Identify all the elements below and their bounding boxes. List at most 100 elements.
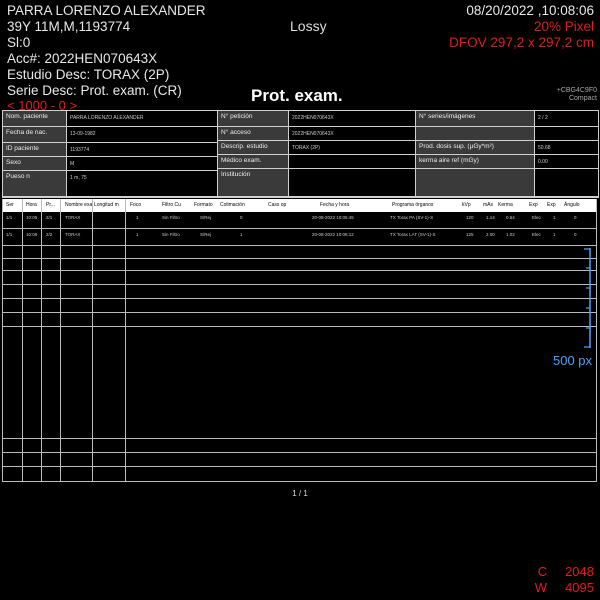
grid-hline	[2, 258, 597, 259]
cell-exp1: Elec	[532, 232, 541, 237]
cell-colimacion: 1	[240, 232, 243, 237]
cell-exp2: 1	[553, 215, 556, 220]
cell-nombre: TORAX	[65, 215, 81, 220]
label-empty-2	[416, 169, 535, 197]
window-level-overlay: C 2048 W 4095	[535, 564, 594, 596]
label-acceso: N° acceso	[218, 127, 289, 141]
value-sexo: M	[67, 157, 218, 171]
col-angulo: Ángulo	[564, 202, 580, 208]
label-empty-1	[416, 127, 535, 141]
center-label: C	[537, 564, 548, 579]
cell-programa: TX Torax LAT (SV-1)-S	[390, 232, 436, 237]
cell-hora: 10:06	[26, 232, 38, 237]
grid-hline	[2, 326, 597, 327]
value-prod-dosis: 50.68	[535, 141, 598, 155]
col-kvp: kVp	[462, 202, 471, 208]
label-nombre: Nom. paciente	[3, 111, 67, 127]
col-hora: Hora	[26, 202, 37, 208]
cell-angulo: 0	[574, 215, 577, 220]
grid-hline	[2, 298, 597, 299]
grid-vline	[92, 199, 93, 482]
patient-age-sex-id: 39Y 11M,M,1193774	[7, 19, 131, 34]
patient-name: PARRA LORENZO ALEXANDER	[7, 3, 206, 18]
value-peticion: 2022HEN070643X	[289, 111, 416, 127]
value-institucion	[289, 169, 416, 197]
label-series: N° series/imágenes	[416, 111, 535, 127]
value-kerma: 0.00	[535, 155, 598, 169]
value-medico	[289, 155, 416, 169]
grid-vline	[125, 199, 126, 482]
cell-hora: 10:05	[26, 215, 38, 220]
col-nombre: Nombre exa	[65, 202, 93, 208]
cell-kvp: 125	[466, 232, 474, 237]
col-colimacion: Colimación	[220, 202, 245, 208]
cell-filtro: Sin Filtro	[162, 232, 180, 237]
value-peso: 1 m, 75	[67, 171, 218, 197]
cell-formato: S/Rej	[200, 215, 212, 220]
grid-hline	[2, 452, 597, 453]
label-peso: Pueso n	[3, 171, 67, 197]
cell-foco: 1	[136, 232, 139, 237]
scale-label: 500 px	[553, 353, 593, 368]
vendor-logo-line2: Compact	[568, 95, 597, 102]
grid-hline	[2, 284, 597, 285]
pixel-zoom: 20% Pixel	[533, 19, 594, 34]
cell-pr: 2/2	[46, 232, 53, 237]
grid-hline	[2, 270, 597, 271]
cell-pr: 2/1	[46, 215, 53, 220]
vendor-logo-line1: +CBG4C9F0	[556, 87, 597, 94]
scale-ruler-icon	[584, 248, 591, 348]
value-id: 1193774	[67, 143, 218, 157]
image-overlay-top-right: 08/20/2022 ,10:08:06 20% Pixel DFOV 297,…	[449, 3, 594, 51]
grid-vline	[60, 199, 61, 482]
label-medico: Médico exam.	[218, 155, 289, 169]
col-longitud: Longitud m	[94, 202, 119, 208]
label-fecha-nac: Fecha de nac.	[3, 127, 67, 143]
col-kerma: Kerma	[498, 202, 513, 208]
cell-kvp: 120	[466, 215, 474, 220]
patient-info-grid: Nom. paciente Fecha de nac. ID paciente …	[2, 110, 599, 198]
grid-vline	[2, 199, 3, 482]
slice-number: Sl:0	[7, 35, 31, 50]
page-indicator: 1 / 1	[292, 489, 308, 498]
label-kerma: kerma aire ref (mGy)	[416, 155, 535, 169]
value-empty-2	[535, 169, 598, 197]
col-fecha: Fecha y hora	[320, 202, 350, 208]
grid-vline	[22, 199, 23, 482]
center-value: 2048	[565, 564, 594, 579]
grid-vline	[41, 199, 42, 482]
cell-ser: 1/1	[6, 232, 13, 237]
label-institucion: Institución	[218, 169, 289, 197]
col-mas: mAs	[483, 202, 493, 208]
value-nombre: PARRA LORENZO ALEXANDER	[67, 111, 218, 127]
cell-formato: S/Rej	[200, 232, 212, 237]
cell-exp1: Elec	[532, 215, 541, 220]
value-descrip: TORAX (2P)	[289, 141, 416, 155]
cell-filtro: Sin Filtro	[162, 215, 180, 220]
label-descrip: Descrip. estudio	[218, 141, 289, 155]
grid-hline	[2, 312, 597, 313]
col-formato: Formato	[194, 202, 213, 208]
cell-colimacion: 0	[240, 215, 243, 220]
col-exp1: Exp	[529, 202, 538, 208]
label-id: ID paciente	[3, 143, 67, 157]
grid-hline	[2, 438, 597, 439]
label-peticion: N° petición	[218, 111, 289, 127]
width-value: 4095	[565, 580, 594, 595]
cell-mas: 2.00	[486, 232, 495, 237]
study-description: Estudio Desc: TORAX (2P)	[7, 67, 170, 82]
accession-number: Acc#: 2022HEN070643X	[7, 51, 158, 66]
col-programa: Programa órganos	[392, 202, 434, 208]
vendor-logo: +CBG4C9F0 Compact	[557, 87, 597, 103]
patient-overlay-top-left: PARRA LORENZO ALEXANDER 39Y 11M,M,119377…	[7, 3, 206, 99]
lossy-label: Lossy	[290, 18, 327, 34]
grid-vline	[596, 199, 597, 482]
study-datetime: 08/20/2022 ,10:08:06	[466, 3, 594, 18]
cell-nombre: TORAX	[65, 232, 81, 237]
cell-ser: 1/1	[6, 215, 13, 220]
label-prod-dosis: Prod. dosis sup. (µGy*m²)	[416, 141, 535, 155]
col-pr: Pr...	[46, 202, 55, 208]
col-exp2: Exp	[547, 202, 556, 208]
label-sexo: Sexo	[3, 157, 67, 171]
cell-kerma: 1.02	[506, 232, 515, 237]
